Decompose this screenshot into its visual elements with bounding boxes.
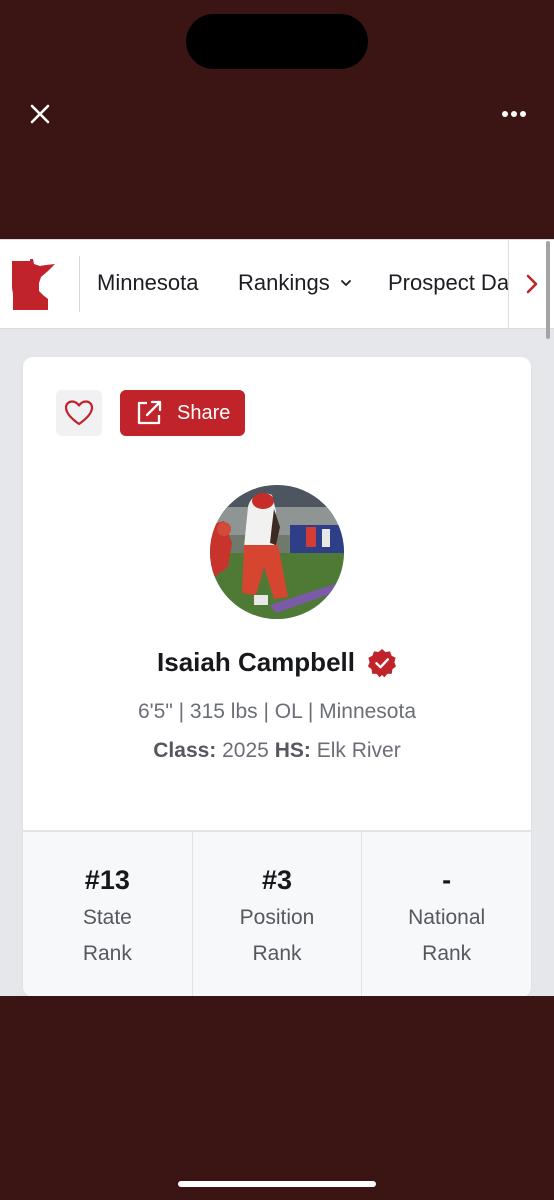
more-options-button[interactable] (496, 96, 532, 132)
player-profile-card: Share Isaiah Campbell 6'5" | 315 lbs | O… (23, 357, 531, 996)
heart-icon (64, 400, 94, 426)
stat-label-line2: Rank (82, 942, 132, 965)
stat-label-line2: Rank (252, 942, 302, 965)
close-icon (30, 104, 50, 124)
player-class-school: Class: 2025 HS: Elk River (23, 739, 531, 763)
stat-position-rank: #3 Position Rank (193, 832, 363, 996)
nav-divider (79, 256, 80, 312)
nav-item-minnesota[interactable]: Minnesota (97, 270, 199, 296)
stat-label-line1: State (82, 906, 132, 929)
chevron-down-icon (340, 280, 351, 286)
class-label: Class: (153, 739, 217, 762)
nav-item-label: Prospect Da (388, 270, 510, 295)
player-photo (210, 485, 344, 619)
favorite-button[interactable] (56, 390, 102, 436)
stat-national-rank: - National Rank (362, 832, 531, 996)
home-indicator[interactable] (178, 1181, 376, 1187)
player-bio: 6'5" | 315 lbs | OL | Minnesota (137, 700, 417, 723)
more-horizontal-icon (502, 111, 526, 117)
external-link-icon (137, 400, 162, 425)
nav-item-label: Minnesota (97, 270, 199, 295)
minnesota-state-icon[interactable] (10, 258, 56, 312)
stat-value: #3 (261, 865, 293, 895)
nav-item-rankings[interactable]: Rankings (238, 270, 352, 296)
close-button[interactable] (22, 96, 58, 132)
state-nav-bar: Minnesota Rankings Prospect Da (0, 239, 554, 329)
nav-item-label: Rankings (238, 270, 330, 295)
chevron-right-icon (526, 274, 538, 294)
dynamic-island (186, 14, 368, 69)
nav-item-prospect-database[interactable]: Prospect Da (388, 270, 509, 296)
player-name-row: Isaiah Campbell (23, 647, 531, 678)
player-name: Isaiah Campbell (157, 647, 355, 677)
stat-value: #13 (84, 865, 130, 895)
stat-value: - (442, 865, 452, 895)
share-button[interactable]: Share (120, 390, 245, 436)
verified-badge-icon (367, 648, 396, 677)
class-value: 2025 (216, 739, 275, 762)
high-school-value: Elk River (310, 739, 401, 762)
stat-label-line2: Rank (422, 942, 472, 965)
player-avatar (210, 485, 344, 619)
stat-label-line1: National (408, 906, 486, 929)
web-view: Minnesota Rankings Prospect Da Share Isa… (0, 239, 554, 996)
ranking-stats: #13 State Rank #3 Position Rank - Nation… (23, 830, 531, 996)
stat-label-line1: Position (239, 906, 315, 929)
stat-state-rank: #13 State Rank (23, 832, 193, 996)
share-label: Share (177, 401, 231, 424)
scrollbar[interactable] (546, 241, 550, 339)
high-school-label: HS: (274, 739, 311, 762)
